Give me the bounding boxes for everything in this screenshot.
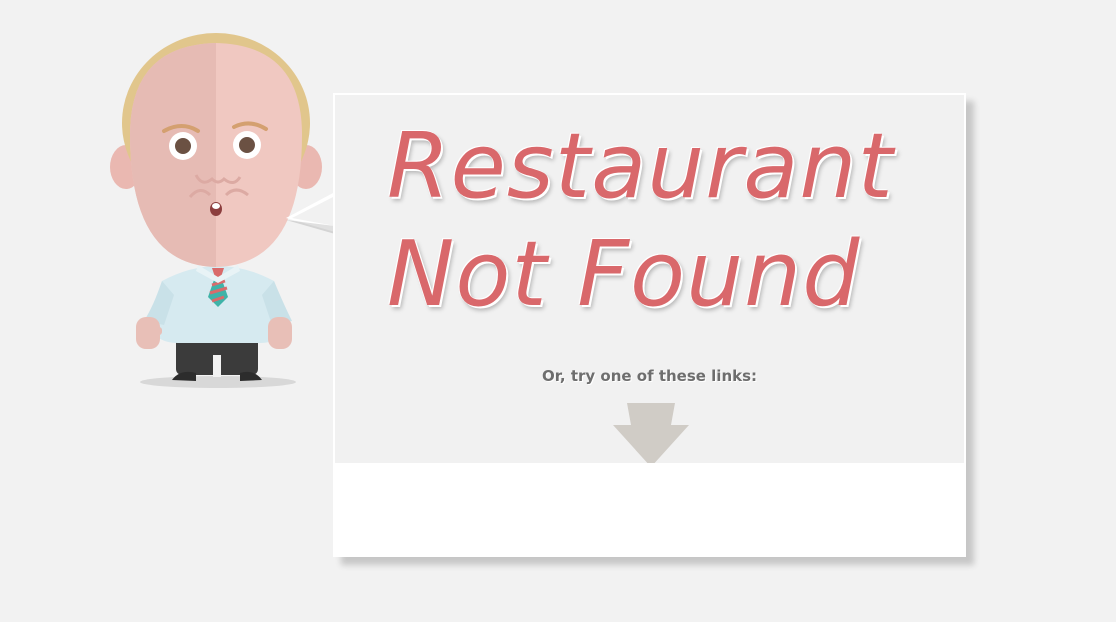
links-prompt: Or, try one of these links: (541, 367, 758, 385)
error-page: Restaurant Not Found Or, try one of thes… (0, 0, 1116, 622)
speech-bubble-tail (286, 192, 335, 234)
headline-line-1: Restaurant (387, 114, 894, 219)
error-headline: Restaurant Not Found (387, 113, 967, 329)
links-area (335, 463, 964, 555)
headline-line-2: Not Found (387, 222, 861, 327)
down-arrow-icon (613, 403, 689, 467)
error-card: Restaurant Not Found Or, try one of thes… (333, 93, 966, 557)
